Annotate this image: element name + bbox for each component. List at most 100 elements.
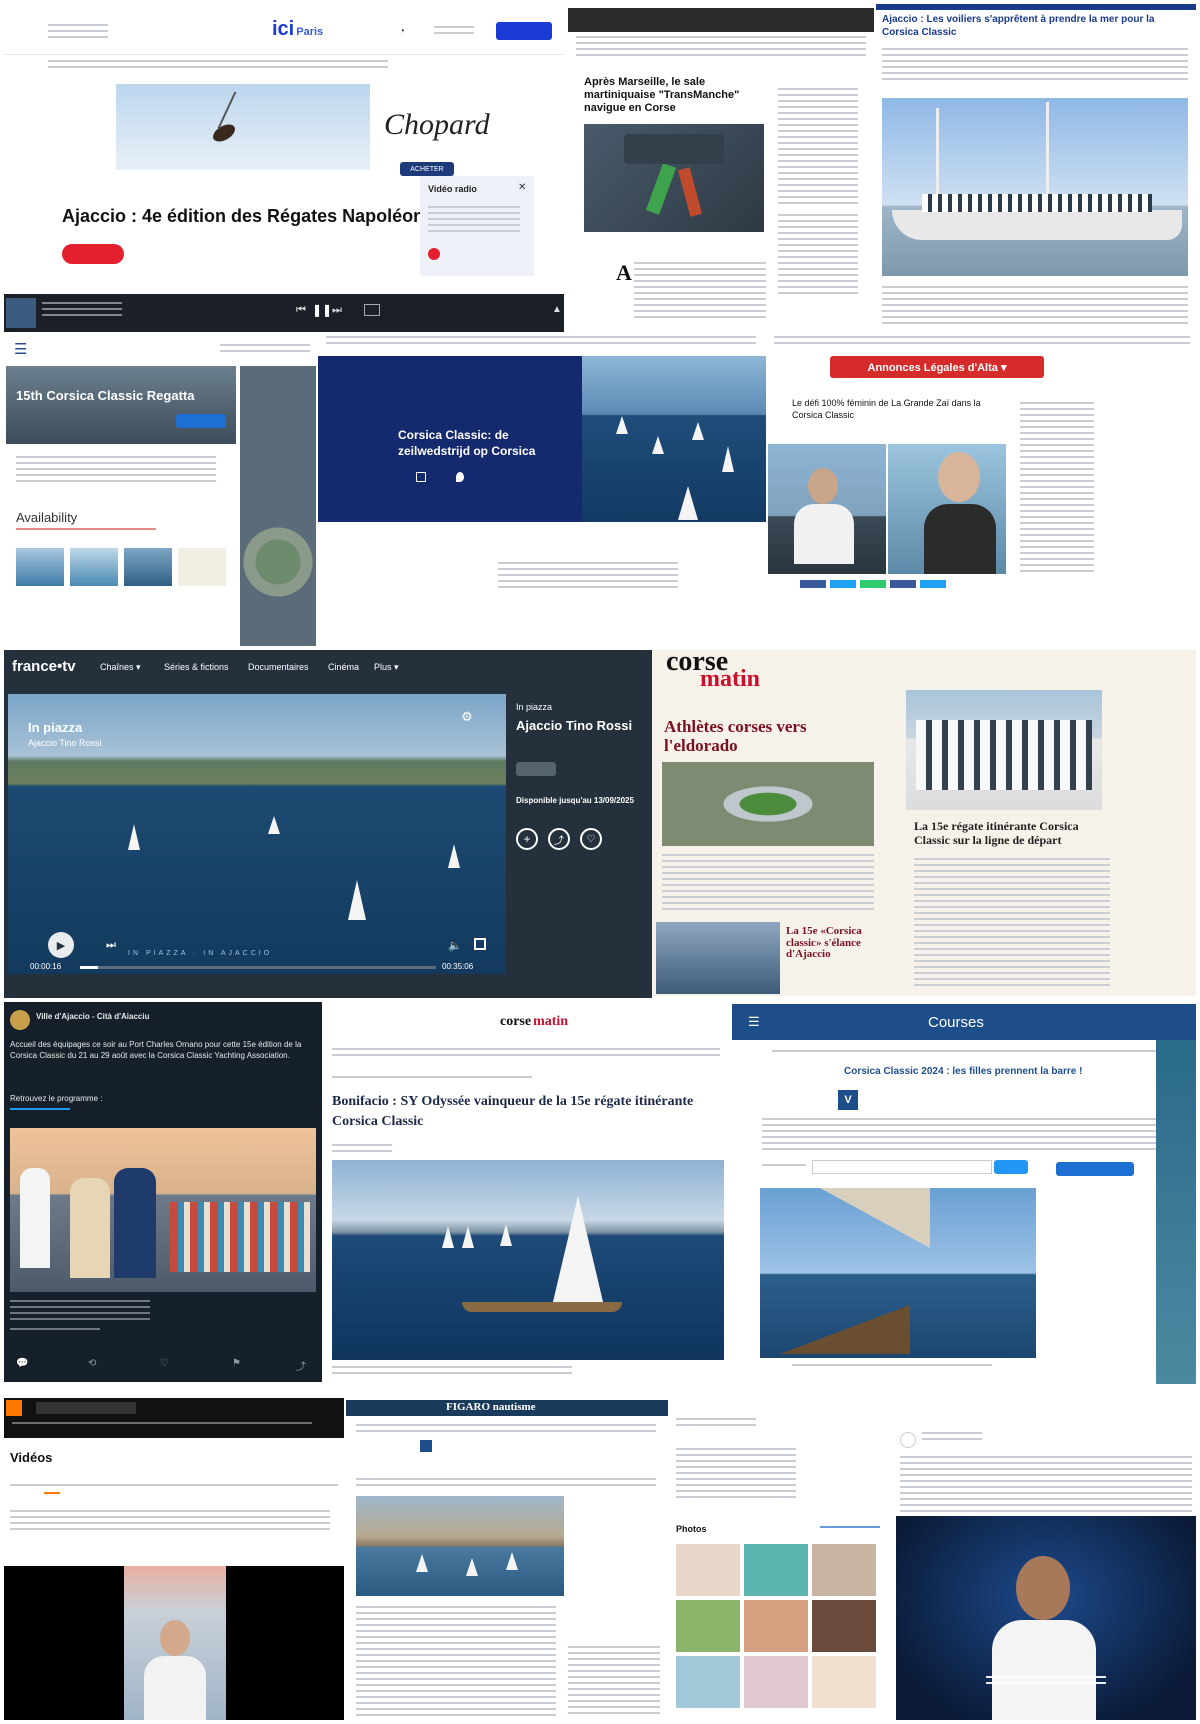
- book-button[interactable]: [176, 414, 226, 428]
- cast-icon[interactable]: [364, 304, 380, 316]
- photo-grid-2[interactable]: [744, 1544, 808, 1596]
- menu-icon[interactable]: ☰: [748, 1014, 760, 1030]
- nav-cinema[interactable]: Cinéma: [328, 662, 359, 672]
- video-player[interactable]: [4, 1566, 344, 1720]
- see-all-link[interactable]: [820, 1526, 880, 1532]
- previous-icon[interactable]: ⏮: [296, 304, 306, 317]
- like-icon[interactable]: ♡: [160, 1358, 169, 1369]
- photo-grid-6[interactable]: [812, 1600, 876, 1652]
- corsematin-logo[interactable]: corse matin: [500, 1014, 568, 1030]
- search-button[interactable]: [994, 1160, 1028, 1174]
- sailing-photo[interactable]: [760, 1188, 1036, 1358]
- top-links[interactable]: [12, 1422, 312, 1428]
- play-icon[interactable]: ▶: [48, 932, 74, 958]
- photo-grid-8[interactable]: [744, 1656, 808, 1708]
- avatar[interactable]: [900, 1432, 916, 1448]
- figaro-logo[interactable]: FIGARO nautisme: [446, 1401, 536, 1413]
- orange-logo[interactable]: [6, 1400, 22, 1416]
- ad-hang-glider-image[interactable]: [116, 84, 370, 170]
- play-icon[interactable]: [428, 248, 440, 260]
- photo-grid-3[interactable]: [812, 1544, 876, 1596]
- nav-documentaires[interactable]: Documentaires: [248, 662, 309, 672]
- search-input[interactable]: [36, 1402, 136, 1414]
- share-icon[interactable]: ⤴: [296, 1358, 306, 1373]
- regatta-photo[interactable]: [582, 356, 766, 522]
- sailboat-photo[interactable]: [882, 98, 1188, 276]
- share-icon[interactable]: ⤴: [548, 828, 570, 850]
- settings-icon[interactable]: ⚙: [460, 709, 474, 724]
- portrait-woman[interactable]: [768, 444, 886, 574]
- ad-cta-button[interactable]: ACHETER: [400, 162, 454, 176]
- add-list-icon[interactable]: +: [516, 828, 538, 850]
- site-header[interactable]: [326, 336, 756, 346]
- account-link[interactable]: [434, 26, 474, 36]
- fullscreen-icon[interactable]: [474, 938, 486, 950]
- article-photo[interactable]: [584, 124, 764, 232]
- sub-nav[interactable]: [772, 1050, 1172, 1056]
- header-title[interactable]: Courses: [928, 1014, 984, 1031]
- menu-icon[interactable]: ☰: [14, 340, 27, 358]
- share-buttons[interactable]: [800, 580, 950, 588]
- profile-nav[interactable]: [676, 1418, 756, 1426]
- next-episode-icon[interactable]: ⏭: [104, 938, 118, 952]
- ici-logo[interactable]: ici Paris: [272, 18, 323, 41]
- bookmark-icon[interactable]: ⚑: [232, 1358, 241, 1369]
- tweet-photo[interactable]: [10, 1128, 316, 1292]
- volume-icon[interactable]: 🔈: [448, 938, 462, 952]
- category-tabs[interactable]: [10, 1484, 338, 1490]
- site-nav[interactable]: [774, 336, 1190, 344]
- user-icon[interactable]: ◔: [392, 24, 412, 38]
- gallery-thumb-1[interactable]: [16, 548, 64, 586]
- pause-icon[interactable]: ❚❚: [312, 303, 332, 317]
- related-sidebar[interactable]: [778, 88, 858, 204]
- gallery-thumb-map[interactable]: [178, 548, 226, 586]
- nav-series[interactable]: Séries & fictions: [164, 662, 229, 672]
- photo-grid-7[interactable]: [676, 1656, 740, 1708]
- progress-track[interactable]: [80, 966, 436, 969]
- site-nav[interactable]: [576, 36, 866, 56]
- sidebar-news[interactable]: [1020, 402, 1094, 572]
- nav-plus[interactable]: Plus ▾: [374, 662, 399, 673]
- close-icon[interactable]: ✕: [518, 182, 526, 193]
- avatar[interactable]: [10, 1010, 30, 1030]
- site-nav[interactable]: [332, 1048, 720, 1056]
- next-icon[interactable]: ⏭: [332, 304, 342, 317]
- francetv-logo[interactable]: france•tv: [12, 658, 76, 675]
- nav-chaines[interactable]: Chaînes ▾: [100, 662, 141, 673]
- marina-banner[interactable]: 15th Corsica Classic Regatta: [6, 366, 236, 444]
- search-input[interactable]: [812, 1160, 992, 1174]
- site-logo[interactable]: [220, 344, 310, 354]
- listen-button[interactable]: [62, 244, 124, 264]
- gallery-thumb-3[interactable]: [124, 548, 172, 586]
- gallery-thumb-2[interactable]: [70, 548, 118, 586]
- most-read-list[interactable]: [568, 1646, 660, 1716]
- regatta-photo[interactable]: [356, 1496, 564, 1596]
- portrait-man[interactable]: [888, 444, 1006, 574]
- time-end: 00:35:06: [442, 962, 474, 971]
- odyssee-photo[interactable]: [332, 1160, 724, 1360]
- photo-grid-1[interactable]: [676, 1544, 740, 1596]
- rate-icon[interactable]: ♡: [580, 828, 602, 850]
- nav-menu[interactable]: [48, 60, 388, 68]
- retweet-icon[interactable]: ⟲: [88, 1358, 96, 1369]
- expand-icon[interactable]: ▲: [552, 304, 562, 315]
- post-author[interactable]: [922, 1432, 982, 1440]
- reply-icon[interactable]: 💬: [16, 1358, 28, 1369]
- annonces-dropdown[interactable]: Annonces Légales d'Alta ▾: [830, 356, 1044, 378]
- photo-grid-9[interactable]: [812, 1656, 876, 1708]
- photo-grid-5[interactable]: [744, 1600, 808, 1652]
- tweet-link[interactable]: [10, 1108, 70, 1114]
- photo-grid-4[interactable]: [676, 1600, 740, 1652]
- video-frame[interactable]: In piazza Ajaccio Tino Rossi ⚙ ▶ ⏭ 🔈 00:…: [8, 694, 506, 974]
- subscribe-button[interactable]: [1056, 1162, 1134, 1176]
- search-row[interactable]: [356, 1478, 656, 1486]
- ad-brand[interactable]: Chopard: [384, 108, 490, 142]
- share-row[interactable]: [792, 1364, 992, 1370]
- related-list[interactable]: [778, 214, 858, 294]
- tweet-author[interactable]: Ville d'Ajaccio - Cità d'Aiacciu: [36, 1012, 149, 1021]
- availability-heading: Availability: [16, 510, 78, 525]
- stadium-photo: [662, 762, 874, 846]
- interview-video[interactable]: [896, 1516, 1196, 1720]
- aerial-map-image[interactable]: [240, 366, 316, 646]
- direct-button[interactable]: [496, 22, 552, 40]
